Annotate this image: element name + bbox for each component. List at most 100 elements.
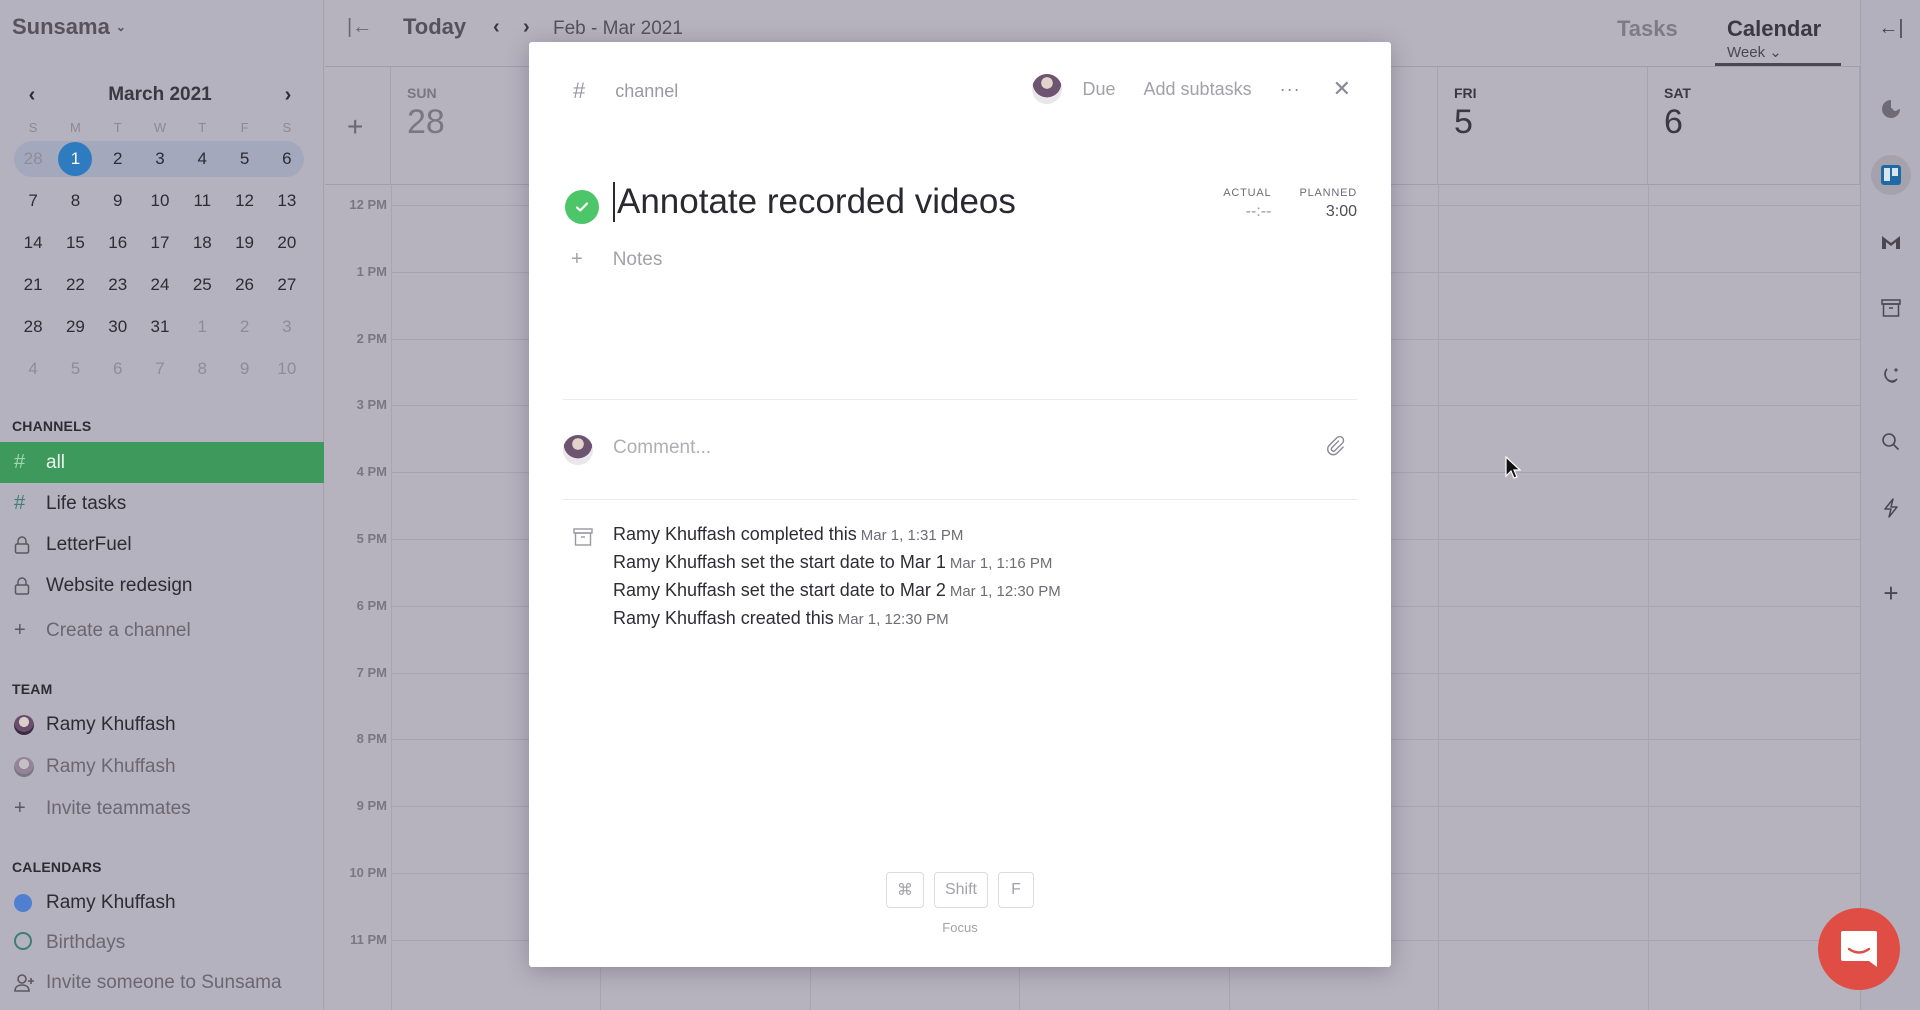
sidebar-item-channel[interactable]: # all	[0, 442, 324, 483]
mini-cal-day[interactable]: 7	[12, 180, 54, 222]
add-integration-button[interactable]: +	[1871, 573, 1911, 613]
mini-cal-day[interactable]: 3	[139, 138, 181, 180]
mini-cal-day[interactable]: 15	[54, 222, 96, 264]
paperclip-icon[interactable]	[1325, 435, 1347, 464]
collapse-right-panel-icon[interactable]: ←|	[1871, 8, 1911, 48]
mini-cal-day[interactable]: 16	[97, 222, 139, 264]
gmail-icon[interactable]	[1871, 222, 1911, 262]
mini-cal-day[interactable]: 25	[181, 264, 223, 306]
mini-cal-day[interactable]: 6	[97, 348, 139, 390]
mini-cal-day[interactable]: 27	[266, 264, 308, 306]
lightning-icon[interactable]	[1871, 488, 1911, 528]
mini-cal-day[interactable]: 20	[266, 222, 308, 264]
mini-cal-day[interactable]: 4	[12, 348, 54, 390]
workspace-switcher[interactable]: Sunsama ⌄	[12, 14, 126, 40]
chat-support-button[interactable]	[1818, 908, 1900, 990]
hour-label: 12 PM	[349, 197, 387, 212]
create-channel-button[interactable]: + Create a channel	[0, 610, 324, 651]
moon-icon[interactable]	[1871, 355, 1911, 395]
mini-cal-day[interactable]: 14	[12, 222, 54, 264]
mini-cal-day[interactable]: 10	[266, 348, 308, 390]
mini-cal-day[interactable]: 30	[97, 306, 139, 348]
mini-cal-day[interactable]: 21	[12, 264, 54, 306]
mini-cal-day[interactable]: 22	[54, 264, 96, 306]
mini-cal-day[interactable]: 8	[181, 348, 223, 390]
sidebar-item-channel[interactable]: LetterFuel	[0, 524, 324, 565]
add-event-button[interactable]: +	[347, 111, 363, 143]
assignee-avatar[interactable]	[1032, 74, 1063, 104]
comment-input[interactable]	[613, 437, 1293, 459]
mini-cal-day[interactable]: 31	[139, 306, 181, 348]
day-header[interactable]: SAT 6	[1648, 67, 1860, 185]
mini-cal-day[interactable]: 7	[139, 348, 181, 390]
actual-time-value[interactable]: --:--	[1223, 203, 1272, 221]
notes-field[interactable]: + Notes	[571, 248, 662, 271]
search-icon[interactable]	[1871, 422, 1911, 462]
mini-cal-day[interactable]: 2	[223, 306, 265, 348]
calendar-item[interactable]: Ramy Khuffash	[0, 882, 324, 923]
mini-cal-day[interactable]: 23	[97, 264, 139, 306]
view-selector[interactable]: Week ⌄	[1715, 43, 1841, 61]
invite-someone-button[interactable]: Invite someone to Sunsama	[0, 962, 324, 1003]
archive-icon[interactable]	[1871, 288, 1911, 328]
mini-cal-day[interactable]: 3	[266, 306, 308, 348]
mini-cal-day[interactable]: 11	[181, 180, 223, 222]
mini-cal-weekdays: SMTWTFS	[12, 120, 308, 138]
mini-cal-day[interactable]: 28	[12, 306, 54, 348]
tab-tasks[interactable]: Tasks	[1617, 16, 1678, 42]
channels-heading: CHANNELS	[12, 418, 92, 434]
mini-cal-next-button[interactable]: ›	[278, 84, 298, 107]
activity-text: Ramy Khuffash created this	[613, 608, 834, 628]
mini-cal-day[interactable]: 19	[223, 222, 265, 264]
task-detail-modal: # channel Due Add subtasks ··· ✕ ACTUAL …	[529, 42, 1391, 967]
lock-icon	[14, 535, 46, 554]
mini-cal-day[interactable]: 13	[266, 180, 308, 222]
mini-cal-day[interactable]: 28	[12, 138, 54, 180]
invite-teammates-label: Invite teammates	[46, 797, 191, 819]
sidebar-item-teammate[interactable]: Ramy Khuffash	[0, 704, 324, 745]
mini-cal-day[interactable]: 1	[54, 138, 96, 180]
mini-cal-day[interactable]: 29	[54, 306, 96, 348]
prev-week-button[interactable]: ‹	[493, 16, 500, 39]
next-week-button[interactable]: ›	[523, 16, 530, 39]
archive-icon	[573, 528, 593, 551]
mini-cal-day[interactable]: 8	[54, 180, 96, 222]
mini-cal-day[interactable]: 9	[223, 348, 265, 390]
due-button[interactable]: Due	[1082, 79, 1115, 100]
mini-cal-day[interactable]: 26	[223, 264, 265, 306]
hour-label: 1 PM	[356, 263, 387, 279]
teammate-name: Ramy Khuffash	[46, 713, 176, 735]
complete-checkbox[interactable]	[565, 190, 599, 224]
mini-cal-title: March 2021	[108, 84, 212, 105]
tab-calendar[interactable]: Calendar Week ⌄	[1715, 16, 1841, 66]
mini-cal-day[interactable]: 12	[223, 180, 265, 222]
mini-cal-day[interactable]: 17	[139, 222, 181, 264]
mini-cal-day[interactable]: 5	[223, 138, 265, 180]
mini-cal-day[interactable]: 1	[181, 306, 223, 348]
today-button[interactable]: Today	[403, 14, 466, 40]
task-title-input[interactable]	[613, 182, 1173, 222]
mini-cal-day[interactable]: 10	[139, 180, 181, 222]
mini-cal-day[interactable]: 5	[54, 348, 96, 390]
planned-time-value[interactable]: 3:00	[1299, 203, 1357, 221]
day-header[interactable]: FRI 5	[1438, 67, 1648, 185]
calendar-item[interactable]: Birthdays	[0, 932, 324, 954]
mini-cal-day[interactable]: 2	[97, 138, 139, 180]
trello-icon[interactable]	[1871, 155, 1911, 195]
more-options-icon[interactable]: ···	[1280, 79, 1301, 100]
sidebar-item-channel[interactable]: Website redesign	[0, 565, 324, 606]
add-subtasks-button[interactable]: Add subtasks	[1144, 79, 1252, 100]
mini-cal-prev-button[interactable]: ‹	[22, 84, 42, 107]
invite-teammates-button[interactable]: + Invite teammates	[0, 788, 324, 829]
collapse-sidebar-icon[interactable]: |←	[347, 16, 372, 39]
mini-cal-day[interactable]: 4	[181, 138, 223, 180]
sidebar-item-channel[interactable]: # Life tasks	[0, 483, 324, 524]
integration-icon[interactable]	[1871, 88, 1911, 128]
close-icon[interactable]: ✕	[1333, 76, 1351, 102]
mini-cal-day[interactable]: 18	[181, 222, 223, 264]
mini-cal-day[interactable]: 6	[266, 138, 308, 180]
channel-selector[interactable]: # channel	[573, 78, 678, 104]
sidebar-item-teammate[interactable]: Ramy Khuffash	[0, 746, 324, 787]
mini-cal-day[interactable]: 9	[97, 180, 139, 222]
mini-cal-day[interactable]: 24	[139, 264, 181, 306]
